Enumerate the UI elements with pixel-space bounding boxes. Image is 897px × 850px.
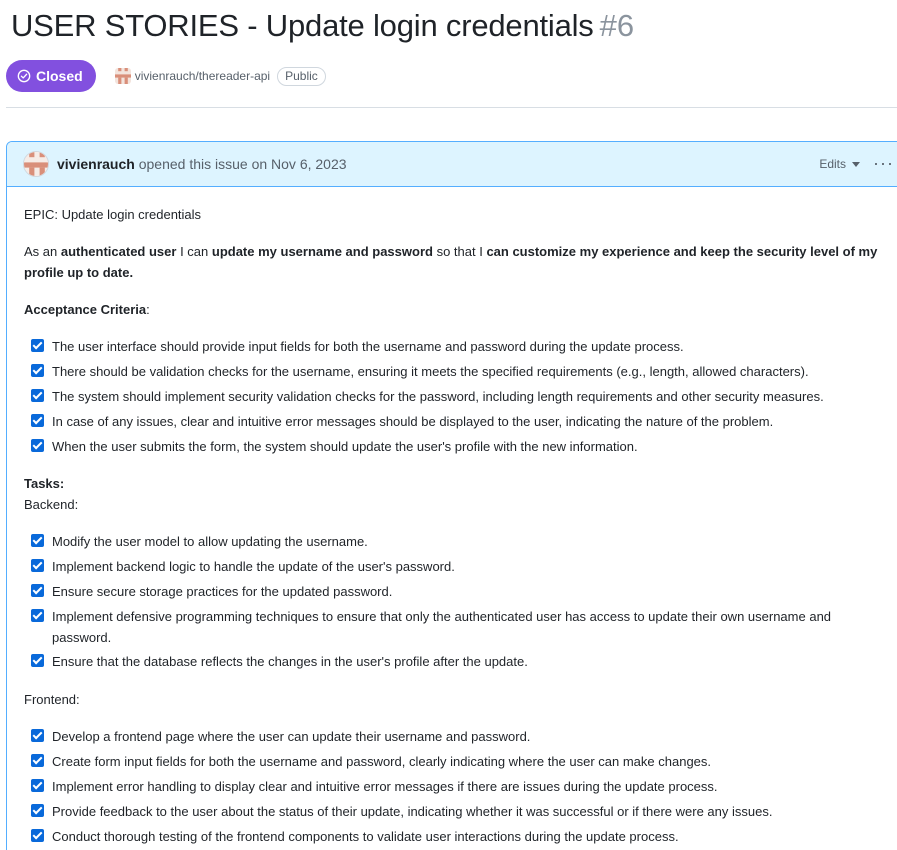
task-checkbox[interactable] [31, 654, 44, 667]
task-text: When the user submits the form, the syst… [52, 439, 638, 454]
task-item: Conduct thorough testing of the frontend… [31, 826, 895, 847]
story-text: I can [176, 244, 212, 259]
user-story: As an authenticated user I can update my… [24, 241, 889, 283]
task-checkbox[interactable] [31, 414, 44, 427]
epic-line: EPIC: Update login credentials [24, 207, 202, 222]
repo-owner-avatar[interactable] [114, 68, 131, 84]
task-item: Implement error handling to display clea… [31, 776, 895, 797]
acceptance-heading-label: Acceptance Criteria [24, 302, 147, 317]
issue-title: USER STORIES - Update login credentials [11, 8, 594, 43]
caret-down-icon [852, 161, 860, 167]
story-text: As an [24, 244, 61, 259]
issue-comment: vivienrauch opened this issue on Nov 6, … [6, 141, 897, 850]
task-item: Develop a frontend page where the user c… [31, 726, 895, 747]
task-text: The system should implement security val… [52, 389, 824, 404]
task-item: In case of any issues, clear and intuiti… [31, 411, 895, 432]
author-link[interactable]: vivienrauch [57, 156, 135, 172]
task-item: Implement defensive programming techniqu… [31, 606, 879, 648]
task-checkbox[interactable] [31, 339, 44, 352]
issue-title-row: USER STORIES - Update login credentials #… [11, 8, 634, 44]
task-item: Ensure that the database reflects the ch… [31, 651, 895, 672]
task-checkbox[interactable] [31, 754, 44, 767]
issue-number: #6 [599, 8, 635, 43]
task-checkbox[interactable] [31, 559, 44, 572]
task-item: Implement backend logic to handle the up… [31, 556, 895, 577]
acceptance-heading-suffix: : [146, 302, 150, 317]
closed-state-badge: Closed [6, 60, 96, 92]
task-checkbox[interactable] [31, 534, 44, 547]
task-text: The user interface should provide input … [52, 339, 684, 354]
state-label: Closed [36, 68, 83, 84]
task-text: Create form input fields for both the us… [52, 754, 712, 769]
backend-heading: Backend: [24, 497, 79, 512]
task-item: Ensure secure storage practices for the … [31, 581, 895, 602]
story-bold: authenticated user [60, 244, 177, 259]
kebab-menu-icon[interactable]: ··· [873, 154, 894, 172]
task-checkbox[interactable] [31, 584, 44, 597]
author-avatar[interactable] [23, 151, 49, 177]
task-item: Provide feedback to the user about the s… [31, 801, 895, 822]
task-checkbox[interactable] [31, 829, 44, 842]
task-text: Develop a frontend page where the user c… [52, 729, 531, 744]
task-item: The user interface should provide input … [31, 336, 895, 357]
task-text: Modify the user model to allow updating … [52, 534, 368, 549]
task-checkbox[interactable] [31, 389, 44, 402]
task-text: Conduct thorough testing of the frontend… [52, 829, 679, 844]
acceptance-heading: Acceptance Criteria: [24, 299, 889, 320]
task-checkbox[interactable] [31, 729, 44, 742]
task-text: Implement error handling to display clea… [52, 779, 718, 794]
issue-meta: Closed vivienrauch/thereader-api Public [6, 60, 326, 92]
task-text: Provide feedback to the user about the s… [52, 804, 773, 819]
frontend-heading: Frontend: [24, 692, 80, 707]
edits-label[interactable]: Edits [819, 157, 846, 171]
task-checkbox[interactable] [31, 609, 44, 622]
comment-action-text: opened this issue on Nov 6, 2023 [134, 156, 347, 172]
task-checkbox[interactable] [31, 364, 44, 377]
task-item: Modify the user model to allow updating … [31, 531, 895, 552]
repo-link[interactable]: vivienrauch/thereader-api [135, 69, 270, 83]
task-item: The system should implement security val… [31, 386, 895, 407]
task-text: Ensure that the database reflects the ch… [52, 654, 528, 669]
edits-dropdown[interactable]: Edits [819, 157, 860, 171]
task-item: When the user submits the form, the syst… [31, 436, 895, 457]
tasks-heading-label: Tasks: [24, 476, 65, 491]
tasks-heading: Tasks: [24, 473, 889, 494]
task-text: Implement defensive programming techniqu… [52, 609, 832, 645]
comment-header-text: vivienrauch opened this issue on Nov 6, … [57, 156, 347, 172]
task-text: Implement backend logic to handle the up… [52, 559, 455, 574]
comment-header: vivienrauch opened this issue on Nov 6, … [7, 142, 897, 187]
story-text: so that I [432, 244, 487, 259]
task-item: Create form input fields for both the us… [31, 751, 895, 772]
task-checkbox[interactable] [31, 779, 44, 792]
task-text: Ensure secure storage practices for the … [52, 584, 393, 599]
check-circle-icon [17, 69, 31, 83]
task-text: There should be validation checks for th… [52, 364, 809, 379]
task-checkbox[interactable] [31, 439, 44, 452]
story-bold: update my username and password [211, 244, 433, 259]
task-checkbox[interactable] [31, 804, 44, 817]
header-divider [6, 107, 897, 108]
visibility-badge: Public [277, 66, 326, 86]
task-item: There should be validation checks for th… [31, 361, 895, 382]
task-text: In case of any issues, clear and intuiti… [52, 414, 774, 429]
